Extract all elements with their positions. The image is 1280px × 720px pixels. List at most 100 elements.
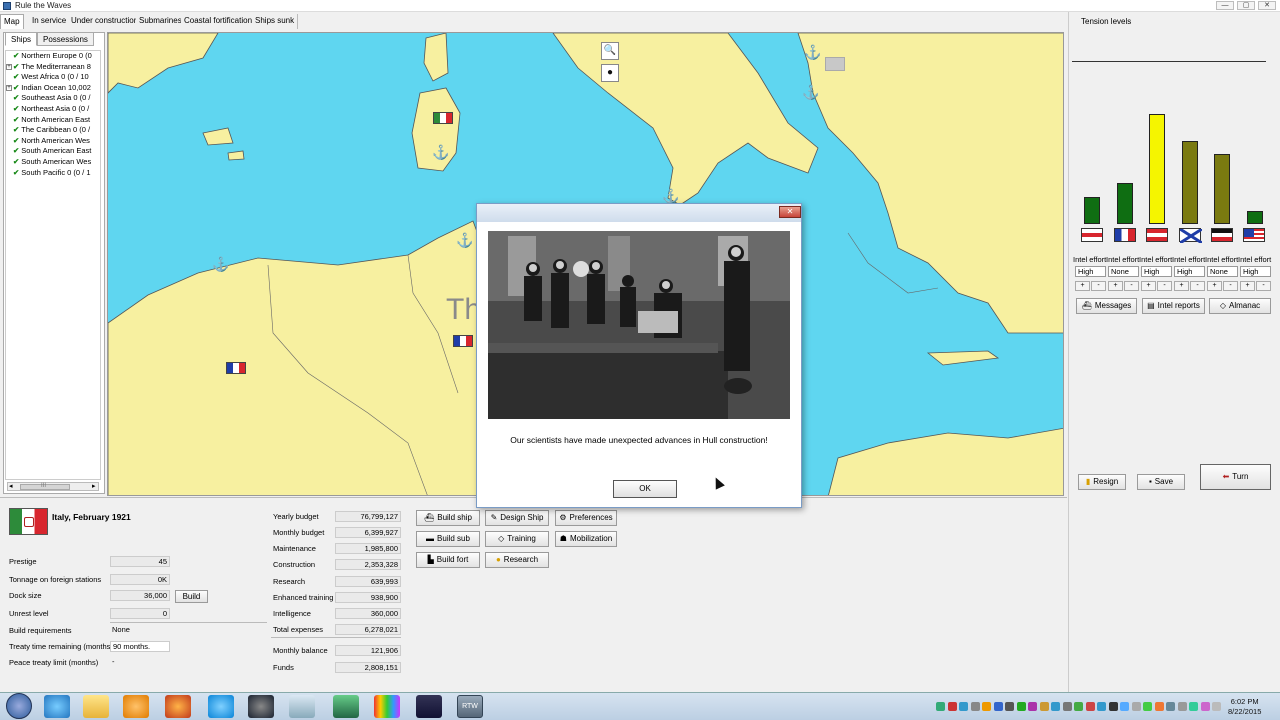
intel-effort-value[interactable]: High (1240, 266, 1271, 277)
messages-button[interactable]: ⛴ Messages (1076, 298, 1137, 314)
anchor-icon[interactable]: ⚓ (456, 233, 473, 247)
tab-possessions[interactable]: Possessions (37, 32, 94, 46)
tray-icon[interactable] (1016, 702, 1026, 711)
scroll-left-arrow[interactable]: ◂ (9, 482, 13, 490)
design-ship-button[interactable]: ✎ Design Ship (485, 510, 549, 526)
tray-icon[interactable] (1051, 702, 1060, 711)
tray-icon[interactable] (1062, 702, 1072, 711)
intel-decrease-button[interactable]: - (1091, 281, 1106, 291)
intel-increase-button[interactable]: + (1240, 281, 1255, 291)
region-item[interactable]: + ✔ The Mediterranean 8 (6, 62, 100, 73)
intel-effort-value[interactable]: None (1108, 266, 1139, 277)
tab-under-construction[interactable]: Under construction (68, 14, 143, 29)
tab-in-service[interactable]: In service (29, 14, 71, 29)
build-ship-button[interactable]: ⛴ Build ship (416, 510, 480, 526)
tray-icon[interactable] (1085, 702, 1095, 711)
expand-icon[interactable]: + (6, 84, 12, 91)
intel-increase-button[interactable]: + (1174, 281, 1189, 291)
ok-button[interactable]: OK (613, 480, 677, 498)
tray-icon[interactable] (1005, 702, 1014, 711)
region-item[interactable]: ✔ North American East (6, 115, 100, 126)
preferences-button[interactable]: ⚙ Preferences (555, 510, 617, 526)
region-item[interactable]: + ✔ Indian Ocean 10,002 (6, 83, 100, 94)
intel-effort-value[interactable]: High (1174, 266, 1205, 277)
mobilization-button[interactable]: ☗ Mobilization (555, 531, 617, 547)
france-flag-icon[interactable] (226, 362, 246, 374)
france-flag-icon[interactable] (453, 335, 473, 347)
tray-icon[interactable] (1028, 702, 1037, 711)
region-item[interactable]: ✔ Southeast Asia 0 (0 / (6, 93, 100, 104)
region-item[interactable]: ✔ The Caribbean 0 (0 / (6, 125, 100, 136)
intel-decrease-button[interactable]: - (1223, 281, 1238, 291)
zoom-button[interactable]: 🔍 (601, 42, 619, 60)
rtw-taskbar-button[interactable]: RTW (457, 695, 483, 718)
tray-icon[interactable] (947, 702, 957, 711)
folder-icon[interactable] (83, 695, 109, 718)
tray-icon[interactable] (1200, 702, 1210, 711)
region-item[interactable]: ✔ South Pacific 0 (0 / 1 (6, 168, 100, 179)
intel-increase-button[interactable]: + (1141, 281, 1156, 291)
region-item[interactable]: ✔ Northeast Asia 0 (0 / (6, 104, 100, 115)
tab-submarines[interactable]: Submarines (136, 14, 186, 29)
tray-icon[interactable] (993, 702, 1003, 711)
tab-ships-sunk[interactable]: Ships sunk (252, 14, 299, 29)
region-item[interactable]: ✔ North American Wes (6, 136, 100, 147)
anchor-icon[interactable]: ⚓ (804, 45, 821, 59)
scrollbar-thumb[interactable]: III (20, 483, 70, 490)
app-icon[interactable] (289, 695, 315, 718)
app-icon[interactable] (333, 695, 359, 718)
tray-icon[interactable] (1131, 702, 1141, 711)
tray-icon[interactable] (1166, 702, 1175, 711)
expand-icon[interactable]: + (6, 63, 12, 70)
resign-button[interactable]: ▮ Resign (1078, 474, 1126, 490)
tray-icon[interactable] (1177, 702, 1187, 711)
intel-effort-value[interactable]: High (1075, 266, 1106, 277)
turn-button[interactable]: ⬅ Turn (1200, 464, 1271, 490)
scroll-right-arrow[interactable]: ▸ (92, 482, 96, 490)
anchor-icon[interactable]: ⚓ (802, 85, 819, 99)
tray-icon[interactable] (959, 702, 968, 711)
build-fort-button[interactable]: ▙ Build fort (416, 552, 480, 568)
maximize-button[interactable]: ▢ (1237, 1, 1255, 10)
map-marker-box[interactable] (825, 57, 845, 71)
tray-icon[interactable] (982, 702, 991, 711)
skype-icon[interactable] (208, 695, 234, 718)
tray-icon[interactable] (1097, 702, 1106, 711)
clock[interactable]: 6:02 PM 8/22/2015 (1228, 697, 1261, 717)
tray-icon[interactable] (970, 702, 980, 711)
tray-icon[interactable] (1120, 702, 1129, 711)
anchor-icon[interactable]: ⚓ (432, 145, 449, 159)
tray-icon[interactable] (1108, 702, 1118, 711)
region-item[interactable]: ✔ West Africa 0 (0 / 10 (6, 72, 100, 83)
tray-icon[interactable] (1143, 702, 1152, 711)
intel-effort-value[interactable]: None (1207, 266, 1238, 277)
close-button[interactable]: ✕ (1258, 1, 1276, 10)
intel-decrease-button[interactable]: - (1256, 281, 1271, 291)
tray-icon[interactable] (936, 702, 945, 711)
tab-map[interactable]: Map (0, 14, 24, 29)
build-sub-button[interactable]: ▬ Build sub (416, 531, 480, 547)
media-player-icon[interactable] (123, 695, 149, 718)
save-button[interactable]: ▪ Save (1137, 474, 1185, 490)
minimize-button[interactable]: — (1216, 1, 1234, 10)
horizontal-scrollbar[interactable]: ◂ III ▸ (7, 482, 99, 491)
tray-icon[interactable] (1189, 702, 1198, 711)
anchor-icon[interactable]: ⚓ (212, 257, 229, 271)
region-item[interactable]: ✔ Northern Europe 0 (0 (6, 51, 100, 62)
intel-decrease-button[interactable]: - (1157, 281, 1172, 291)
almanac-button[interactable]: ◇ Almanac (1209, 298, 1271, 314)
app-icon[interactable] (374, 695, 400, 718)
region-item[interactable]: ✔ South American Wes (6, 157, 100, 168)
tray-icon[interactable] (1039, 702, 1049, 711)
ie-icon[interactable] (44, 695, 70, 718)
dialog-close-button[interactable]: ✕ (779, 206, 801, 218)
build-dock-button[interactable]: Build (175, 590, 208, 603)
intel-increase-button[interactable]: + (1207, 281, 1222, 291)
app-icon[interactable] (416, 695, 442, 718)
steam-icon[interactable] (248, 695, 274, 718)
intel-effort-value[interactable]: High (1141, 266, 1172, 277)
research-button[interactable]: ● Research (485, 552, 549, 568)
intel-increase-button[interactable]: + (1075, 281, 1090, 291)
tray-icon[interactable] (1212, 702, 1221, 711)
tray-icon[interactable] (1074, 702, 1083, 711)
